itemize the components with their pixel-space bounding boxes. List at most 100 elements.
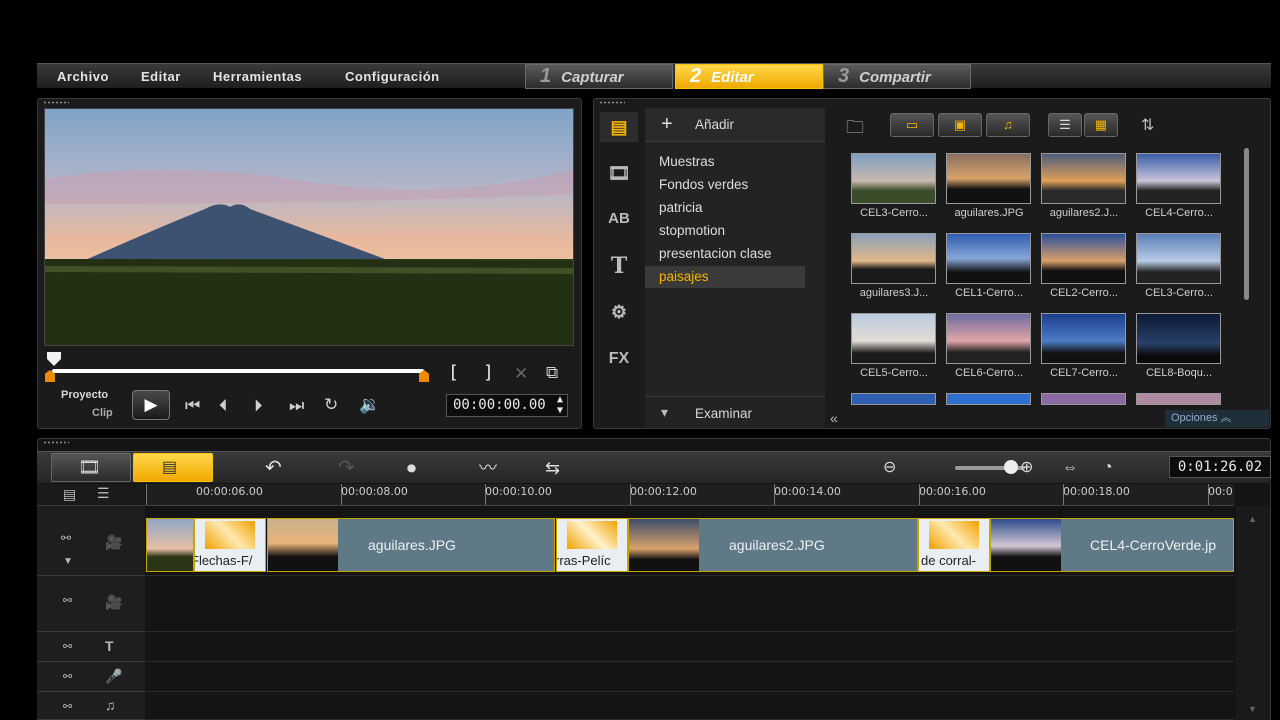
voice-track[interactable] (146, 662, 1234, 692)
options-button[interactable]: Opciones ︽ (1165, 410, 1269, 427)
library-scrollbar[interactable] (1244, 148, 1249, 300)
media-thumbnail[interactable] (1136, 153, 1221, 204)
media-thumbnail[interactable] (946, 233, 1031, 284)
duration-icon[interactable]: ◔ (1103, 454, 1113, 482)
track-lock-icon[interactable]: ⚯ (63, 640, 72, 653)
go-to-start-icon[interactable]: ⏮ (185, 396, 200, 416)
tab-media[interactable]: ▤ (600, 112, 638, 142)
title-track[interactable] (146, 632, 1234, 662)
zoom-in-icon[interactable]: ⊕ (1020, 454, 1033, 482)
media-thumbnail[interactable] (1136, 313, 1221, 364)
show-audio-button[interactable]: ♫ (986, 113, 1030, 137)
sort-icon[interactable]: ⇅ (1141, 115, 1154, 135)
storyboard-view-button[interactable]: 🎞 (51, 453, 131, 482)
media-thumbnail[interactable] (851, 153, 936, 204)
media-thumbnail[interactable] (1136, 393, 1221, 405)
track-lock-icon[interactable]: ⚯ (61, 531, 71, 545)
track-manager-icon[interactable]: ▤ (63, 486, 76, 503)
sound-mixer-icon[interactable]: 〰 (479, 454, 497, 482)
timeline-clip[interactable]: aguilares2.JPG (628, 518, 918, 572)
tab-transitions[interactable]: AB (600, 204, 638, 234)
thumbnail-view-button[interactable]: ▦ (1084, 113, 1118, 137)
timeline-clip[interactable]: CEL4-CerroVerde.jp (990, 518, 1234, 572)
zoom-out-icon[interactable]: ⊖ (883, 454, 896, 482)
mark-out-button[interactable]: ] (483, 362, 494, 383)
mode-clip[interactable]: Clip (92, 407, 113, 419)
scroll-up-icon[interactable]: ▲ (1248, 514, 1257, 524)
scrubber-track[interactable] (52, 369, 424, 373)
mark-in-button[interactable]: [ (448, 362, 459, 383)
media-thumbnail[interactable] (946, 153, 1031, 204)
track-lock-icon[interactable]: ⚯ (63, 670, 72, 683)
timeline-clip[interactable] (146, 518, 194, 572)
list-view-button[interactable]: ☰ (1048, 113, 1082, 137)
folder-item-selected[interactable]: paisajes (645, 266, 805, 288)
chevron-down-icon[interactable]: ▼ (63, 556, 73, 567)
folder-item[interactable]: stopmotion (659, 223, 725, 238)
media-thumbnail[interactable] (1041, 393, 1126, 405)
scrubber-handle[interactable] (47, 352, 61, 366)
volume-icon[interactable]: 🔉 (359, 395, 380, 415)
step-compartir[interactable]: 3 Compartir (823, 64, 971, 89)
media-thumbnail[interactable] (851, 313, 936, 364)
fit-project-icon[interactable]: ⇔ (1062, 454, 1078, 482)
tab-title[interactable]: T (600, 251, 638, 281)
cut-clip-icon[interactable]: ✕ (514, 364, 528, 384)
media-thumbnail[interactable] (946, 393, 1031, 405)
music-track[interactable] (146, 692, 1234, 720)
add-folder-button[interactable]: + Añadir (645, 108, 825, 142)
next-frame-icon[interactable]: ⏵ (254, 396, 263, 416)
folder-item[interactable]: Fondos verdes (659, 177, 748, 192)
tab-graphics[interactable]: ⚙ (600, 297, 638, 327)
zoom-slider-knob[interactable] (1004, 460, 1018, 474)
repeat-icon[interactable]: ↻ (324, 395, 338, 415)
tab-filters[interactable]: FX (600, 344, 638, 374)
step-capturar[interactable]: 1 Capturar (525, 64, 673, 89)
timecode-stepper-icon[interactable]: ▲ ▼ (557, 394, 563, 416)
previous-frame-icon[interactable]: ⏴ (219, 396, 228, 416)
panel-grip[interactable] (43, 101, 69, 104)
overlay-track[interactable] (146, 576, 1234, 632)
step-editar[interactable]: 2 Editar (675, 64, 823, 89)
tab-instant-project[interactable]: 🎞 (600, 158, 638, 188)
mode-proyecto[interactable]: Proyecto (61, 389, 108, 401)
timeline-scrollbar[interactable]: ▲ ▼ (1236, 506, 1270, 720)
folder-item[interactable]: Muestras (659, 154, 715, 169)
track-lock-icon[interactable]: ⚯ (63, 700, 72, 713)
timeline-ruler[interactable]: 00:00:06.00 00:00:08.00 00:00:10.00 00:0… (146, 484, 1234, 506)
panel-grip[interactable] (43, 441, 69, 444)
media-thumbnail[interactable] (1136, 233, 1221, 284)
media-thumbnail[interactable] (851, 393, 936, 405)
timeline-clip[interactable]: aguilares.JPG (267, 518, 555, 572)
folder-item[interactable]: patricia (659, 200, 703, 215)
menu-archivo[interactable]: Archivo (57, 69, 109, 84)
panel-grip[interactable] (599, 101, 625, 104)
transition-clip[interactable]: rras-Pelíc (556, 518, 628, 572)
auto-music-icon[interactable]: ⇆ (545, 454, 560, 482)
transition-clip[interactable]: Flechas-F/ (194, 518, 266, 572)
enlarge-preview-icon[interactable]: ⧉ (546, 363, 558, 383)
play-button[interactable]: ▶ (132, 390, 170, 420)
player-timecode[interactable]: 00:00:00.00 ▲ ▼ (446, 394, 568, 417)
redo-icon[interactable]: ↷ (338, 454, 355, 482)
menu-herramientas[interactable]: Herramientas (213, 69, 302, 84)
undo-icon[interactable]: ↶ (265, 454, 282, 482)
all-tracks-icon[interactable]: ☰ (97, 485, 110, 502)
record-capture-icon[interactable]: ⏺ (407, 454, 416, 482)
menu-configuracion[interactable]: Configuración (345, 69, 440, 84)
browse-button[interactable]: ▾ Examinar (645, 396, 825, 428)
media-thumbnail[interactable] (851, 233, 936, 284)
scroll-down-icon[interactable]: ▼ (1248, 704, 1257, 714)
menu-editar[interactable]: Editar (141, 69, 181, 84)
media-thumbnail[interactable] (1041, 153, 1126, 204)
media-thumbnail[interactable] (946, 313, 1031, 364)
transition-clip[interactable]: de corral- (918, 518, 990, 572)
folder-item[interactable]: presentacion clase (659, 246, 772, 261)
collapse-icon[interactable]: « (830, 410, 838, 426)
show-videos-button[interactable]: ▭ (890, 113, 934, 137)
media-thumbnail[interactable] (1041, 233, 1126, 284)
timeline-view-button[interactable]: ▤ (133, 453, 213, 482)
track-lock-icon[interactable]: ⚯ (63, 594, 72, 607)
media-thumbnail[interactable] (1041, 313, 1126, 364)
go-to-end-icon[interactable]: ⏭ (289, 396, 304, 416)
